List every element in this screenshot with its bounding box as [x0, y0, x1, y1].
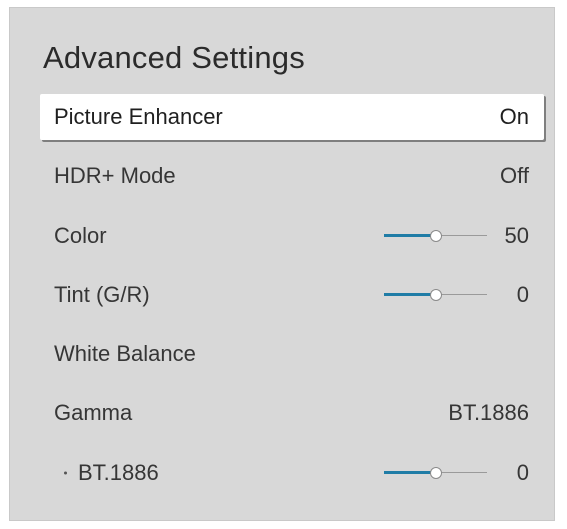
- menu-item-label: Tint (G/R): [54, 282, 150, 307]
- menu-item-value: BT.1886: [448, 400, 529, 425]
- slider-fill: [384, 471, 436, 474]
- slider-thumb[interactable]: [429, 467, 442, 479]
- slider-thumb[interactable]: [429, 289, 442, 301]
- menu-item-label: White Balance: [54, 341, 196, 366]
- slider-fill: [384, 293, 436, 296]
- menu-item-label: Picture Enhancer: [54, 104, 223, 129]
- menu-item-tint[interactable]: Tint (G/R) 0: [40, 272, 544, 318]
- menu-item-value: On: [499, 104, 529, 129]
- menu-item-label: Color: [54, 223, 107, 248]
- menu-item-gamma[interactable]: Gamma BT.1886: [40, 390, 544, 436]
- sub-item-bullet-icon: [64, 471, 67, 475]
- slider-thumb[interactable]: [429, 230, 442, 242]
- menu-item-value: 0: [516, 282, 529, 307]
- menu-item-label: HDR+ Mode: [54, 163, 176, 188]
- menu-item-value: Off: [500, 163, 529, 188]
- menu-item-value: 50: [504, 223, 529, 248]
- menu-item-label: Gamma: [54, 400, 133, 425]
- menu-item-color[interactable]: Color 50: [40, 213, 544, 259]
- panel-title: Advanced Settings: [43, 40, 305, 75]
- color-slider[interactable]: [384, 230, 487, 242]
- slider-fill: [384, 234, 436, 237]
- menu-item-hdr-plus-mode[interactable]: HDR+ Mode Off: [40, 153, 544, 199]
- menu-item-picture-enhancer[interactable]: Picture Enhancer On: [40, 94, 544, 140]
- menu-item-value: 0: [516, 460, 529, 485]
- menu-item-white-balance[interactable]: White Balance: [40, 331, 544, 377]
- advanced-settings-panel: Advanced Settings Picture Enhancer On HD…: [9, 7, 555, 521]
- menu-item-label: BT.1886: [78, 460, 159, 485]
- menu-item-bt1886[interactable]: BT.1886 0: [40, 450, 544, 496]
- tint-slider[interactable]: [384, 289, 487, 301]
- bt1886-slider[interactable]: [384, 467, 487, 479]
